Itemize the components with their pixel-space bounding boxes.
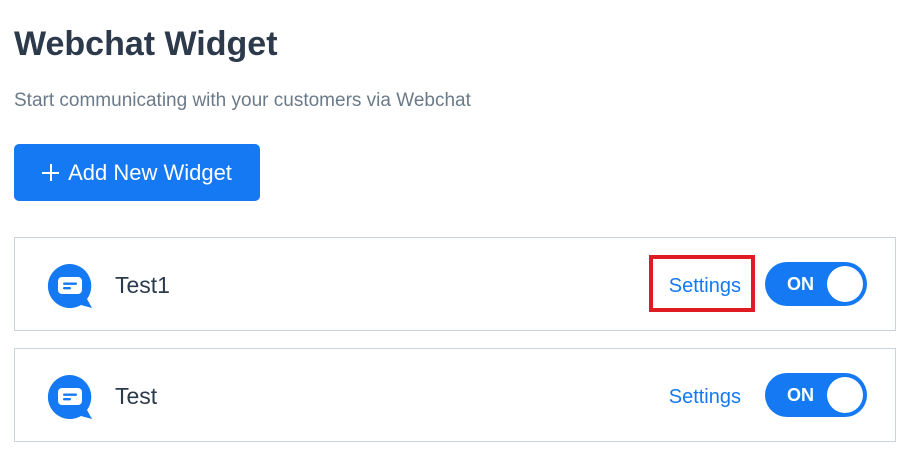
plus-icon [42, 164, 60, 181]
page-title: Webchat Widget [14, 25, 278, 63]
widget-toggle[interactable]: ON [765, 262, 867, 306]
settings-link[interactable]: Settings [669, 273, 741, 299]
toggle-knob [827, 377, 863, 413]
widget-row-test: Test Settings ON [14, 348, 896, 442]
widget-row-test1: Test1 Settings ON [14, 237, 896, 331]
widget-toggle[interactable]: ON [765, 373, 867, 417]
chat-bubble-icon [47, 374, 92, 419]
chat-bubble-icon [47, 263, 92, 308]
widget-name: Test [115, 383, 158, 409]
toggle-label: ON [787, 274, 814, 294]
webchat-widget-page: Webchat Widget Start communicating with … [0, 0, 916, 452]
add-new-widget-label: Add New Widget [68, 159, 232, 185]
toggle-knob [827, 266, 863, 302]
settings-link[interactable]: Settings [669, 384, 741, 410]
add-new-widget-button[interactable]: Add New Widget [14, 144, 260, 201]
toggle-label: ON [787, 385, 814, 405]
widget-name: Test1 [115, 272, 170, 298]
page-subtitle: Start communicating with your customers … [14, 90, 471, 111]
